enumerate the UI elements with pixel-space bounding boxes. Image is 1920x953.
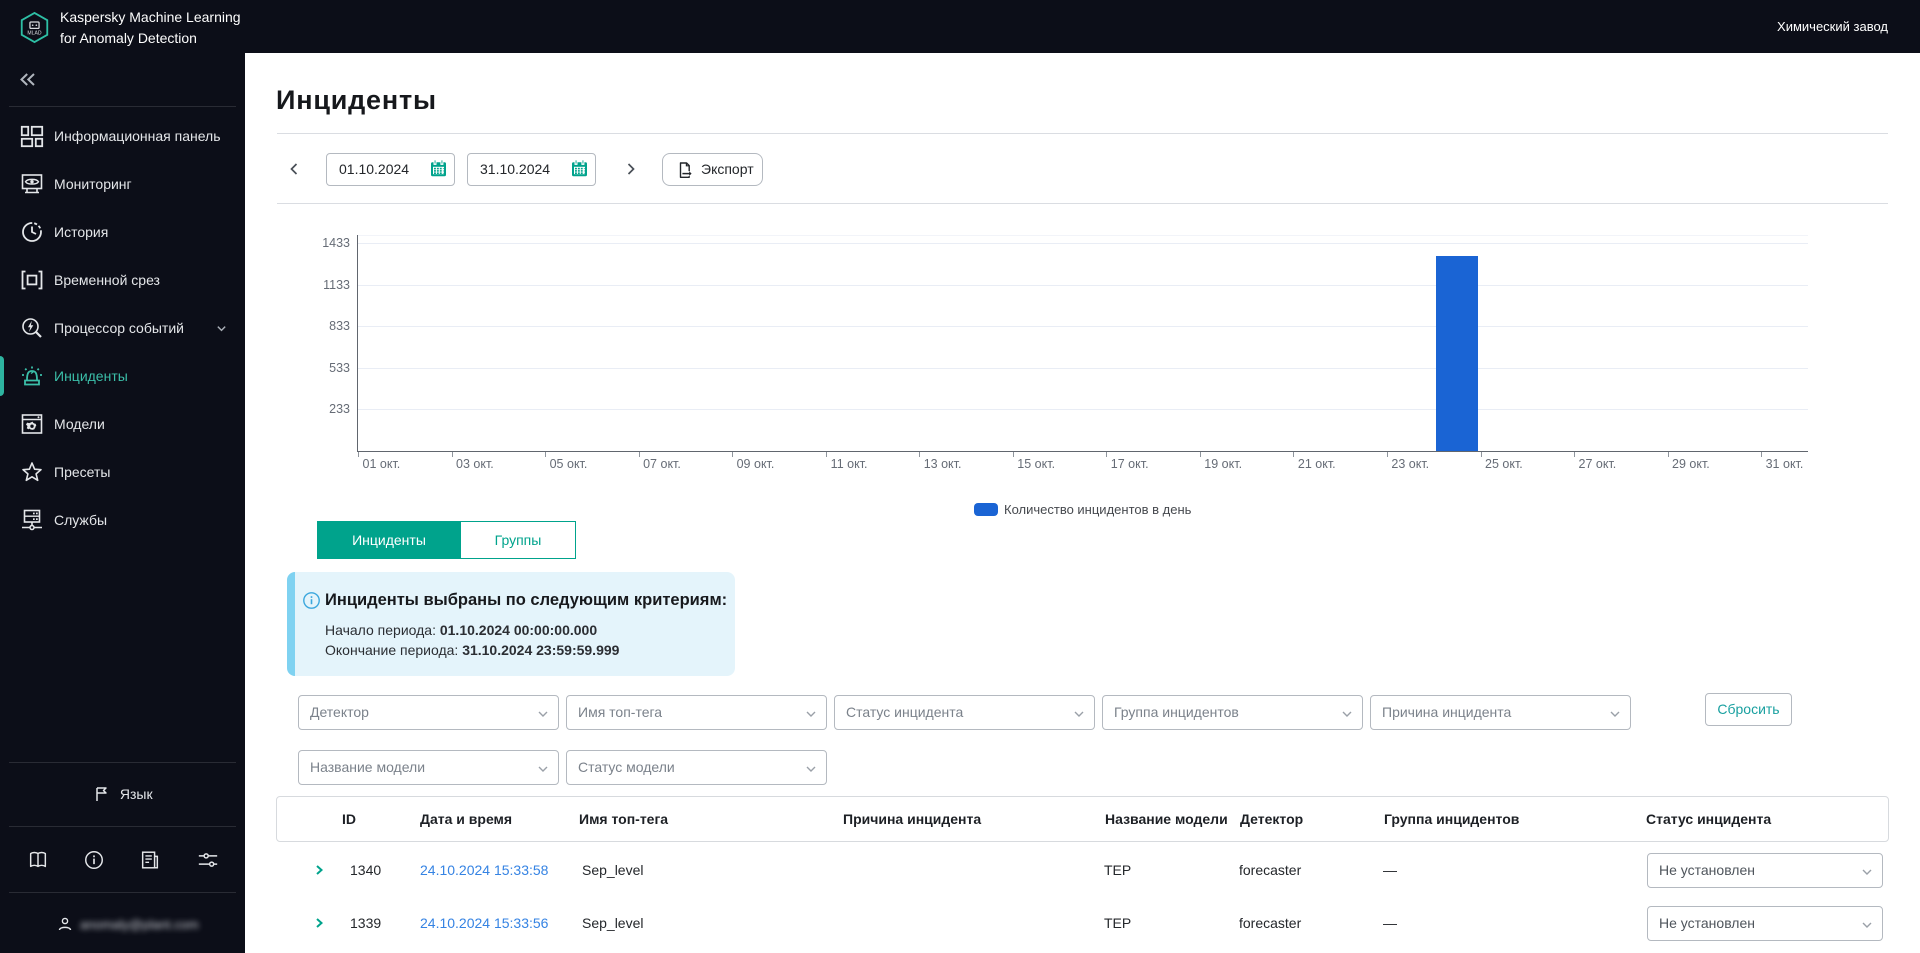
svg-text:MLAD: MLAD	[27, 30, 41, 36]
